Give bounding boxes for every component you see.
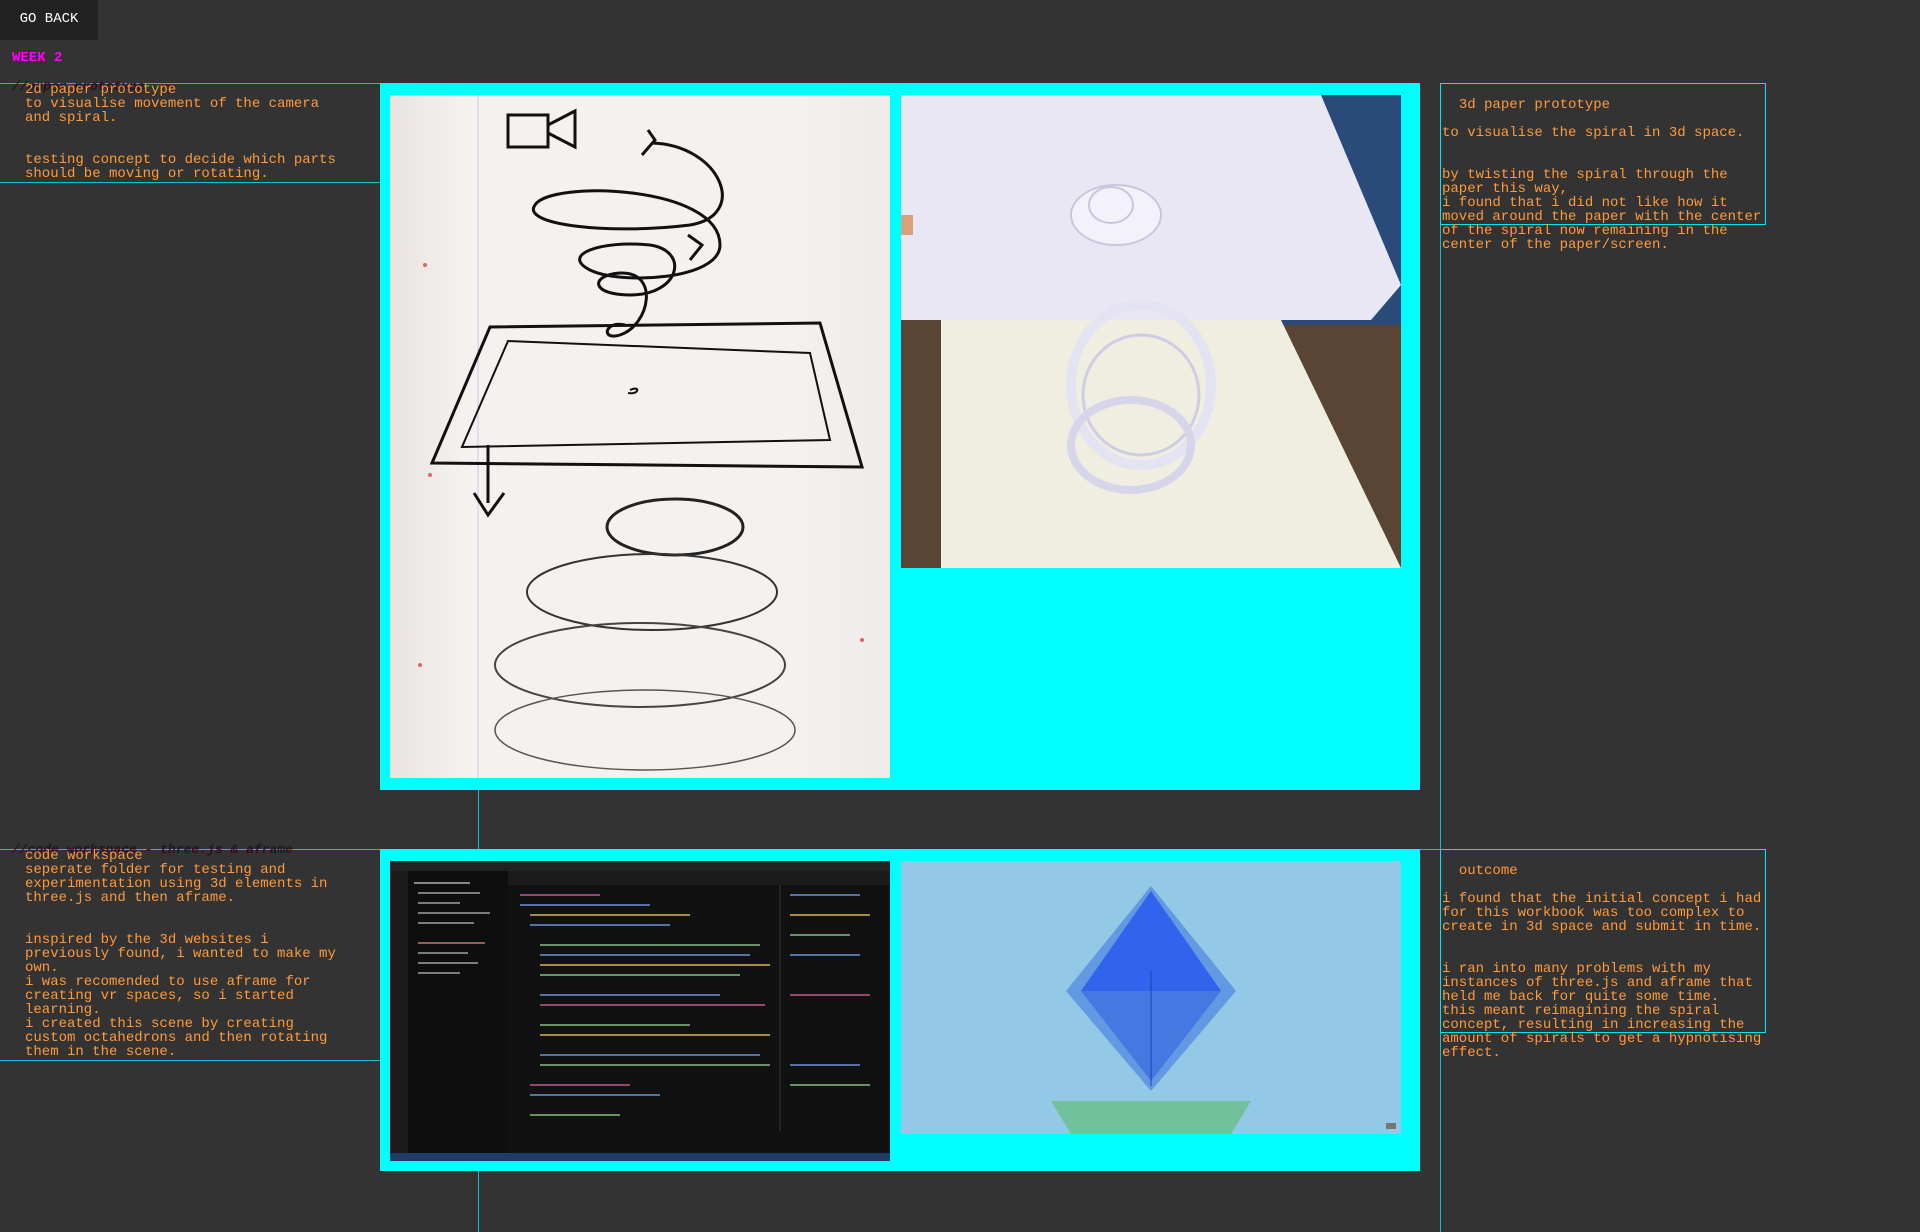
guide-line-vertical-right (1440, 83, 1441, 1232)
guide-line-bottom-mid (1420, 849, 1440, 850)
paper-3d-photo (901, 95, 1401, 568)
right-note-3d-paper-prototype: 3d paper prototype to visualise the spir… (1440, 83, 1766, 252)
aframe-scene-screenshot (901, 861, 1401, 1134)
sketch-photo (390, 95, 890, 778)
right-title-outcome: outcome (1458, 863, 1518, 879)
right-title-3d-paper-prototype: 3d paper prototype (1458, 97, 1611, 113)
code-editor-screenshot (390, 861, 890, 1161)
paper-spiral-photo-drawing (901, 95, 1401, 568)
left-title-2d-paper-prototype: 2d paper prototype (25, 82, 177, 98)
image-panel-paper-prototype (380, 83, 1420, 790)
octahedron-scene-drawing (1051, 886, 1396, 1134)
code-editor-drawing (390, 861, 890, 1161)
left-title-code-workspace: code workspace (25, 848, 143, 864)
go-back-button[interactable]: GO BACK (0, 0, 98, 40)
right-note-outcome: outcome i found that the initial concept… (1440, 849, 1766, 1060)
left-description-code-workspace: seperate folder for testing and experime… (25, 862, 336, 1060)
week-label: WEEK 2 (12, 50, 63, 66)
spiral-sketch-drawing (418, 95, 865, 778)
guide-line-top-left-2 (0, 182, 380, 183)
image-panel-code-workspace (380, 849, 1420, 1171)
right-description-3d-paper-prototype: to visualise the spiral in 3d space. by … (1442, 125, 1762, 253)
left-description-paper-prototype: to visualise movement of the camera and … (25, 96, 336, 182)
guide-line-bottom-left-2 (0, 1060, 380, 1061)
right-description-outcome: i found that the initial concept i had f… (1442, 891, 1762, 1061)
